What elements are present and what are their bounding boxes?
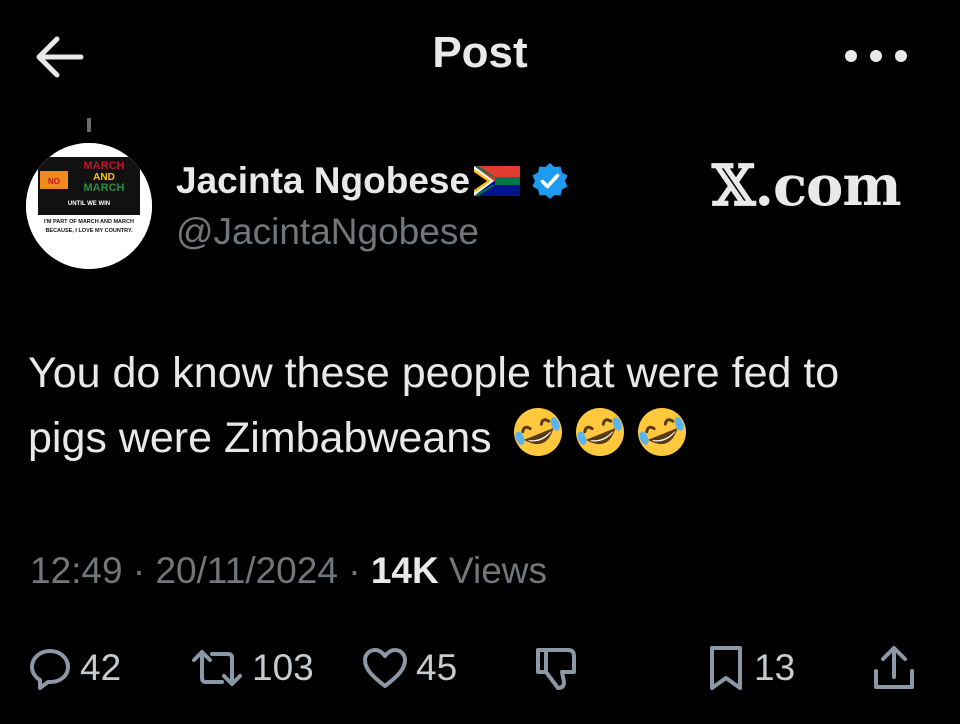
verified-badge-icon [532, 163, 568, 199]
like-count: 45 [416, 647, 458, 688]
avatar-caption2: BECAUSE, I LOVE MY COUNTRY. [45, 228, 133, 234]
share-icon [874, 646, 914, 689]
thumbs-down-icon [536, 648, 576, 690]
more-options-button[interactable] [836, 36, 916, 76]
avatar[interactable]: NO MARCH AND MARCH UNTIL WE WIN I'M PART… [26, 143, 152, 269]
meta-separator: · [348, 550, 361, 591]
reply-icon [30, 649, 70, 690]
avatar-caption1: I'M PART OF MARCH AND MARCH [44, 219, 134, 225]
reply-button[interactable]: 42 [28, 638, 121, 698]
post-meta: 12:49 · 20/11/2024 · 14K Views [30, 550, 547, 592]
post-time: 12:49 [30, 550, 123, 591]
page-title-wrap: Post [0, 28, 960, 78]
bookmark-icon [710, 646, 742, 690]
bookmark-button[interactable]: 13 [706, 638, 795, 698]
rolling-on-floor-laughing-emoji [572, 404, 628, 477]
author-name-row[interactable]: Jacinta Ngobese [176, 160, 570, 202]
repost-icon [192, 650, 242, 686]
thread-line [87, 118, 91, 132]
repost-count: 103 [252, 647, 314, 688]
south-africa-flag-icon [474, 166, 521, 196]
post-date: 20/11/2024 [155, 550, 338, 591]
svg-text:NO: NO [48, 177, 60, 186]
avatar-line3: MARCH [84, 182, 125, 194]
post-text: You do know these people that were fed t… [28, 349, 840, 462]
meta-separator: · [132, 550, 146, 591]
rolling-on-floor-laughing-emoji [634, 404, 690, 477]
dislike-button[interactable] [532, 638, 580, 698]
avatar-image: NO MARCH AND MARCH UNTIL WE WIN I'M PART… [26, 143, 152, 269]
avatar-line1: MARCH [84, 160, 125, 172]
avatar-line4: UNTIL WE WIN [68, 201, 110, 207]
share-button[interactable] [870, 638, 918, 698]
views-label: Views [448, 550, 548, 591]
x-com-watermark: 𝕏.com [712, 153, 902, 219]
author-name[interactable]: Jacinta Ngobese [176, 160, 470, 202]
bookmark-count: 13 [754, 647, 796, 688]
back-button[interactable] [28, 30, 88, 84]
author-handle[interactable]: @JacintaNgobese [176, 211, 479, 253]
repost-button[interactable]: 103 [190, 638, 314, 698]
arrow-left-icon [36, 36, 84, 78]
like-button[interactable]: 45 [362, 638, 457, 698]
heart-icon [363, 648, 407, 688]
page-title: Post [432, 28, 528, 77]
rolling-on-floor-laughing-emoji [510, 404, 566, 477]
post-text-container: You do know these people that were fed t… [28, 342, 928, 477]
reply-count: 42 [80, 647, 122, 688]
views-count: 14K [370, 550, 439, 591]
more-horizontal-icon [845, 50, 907, 62]
